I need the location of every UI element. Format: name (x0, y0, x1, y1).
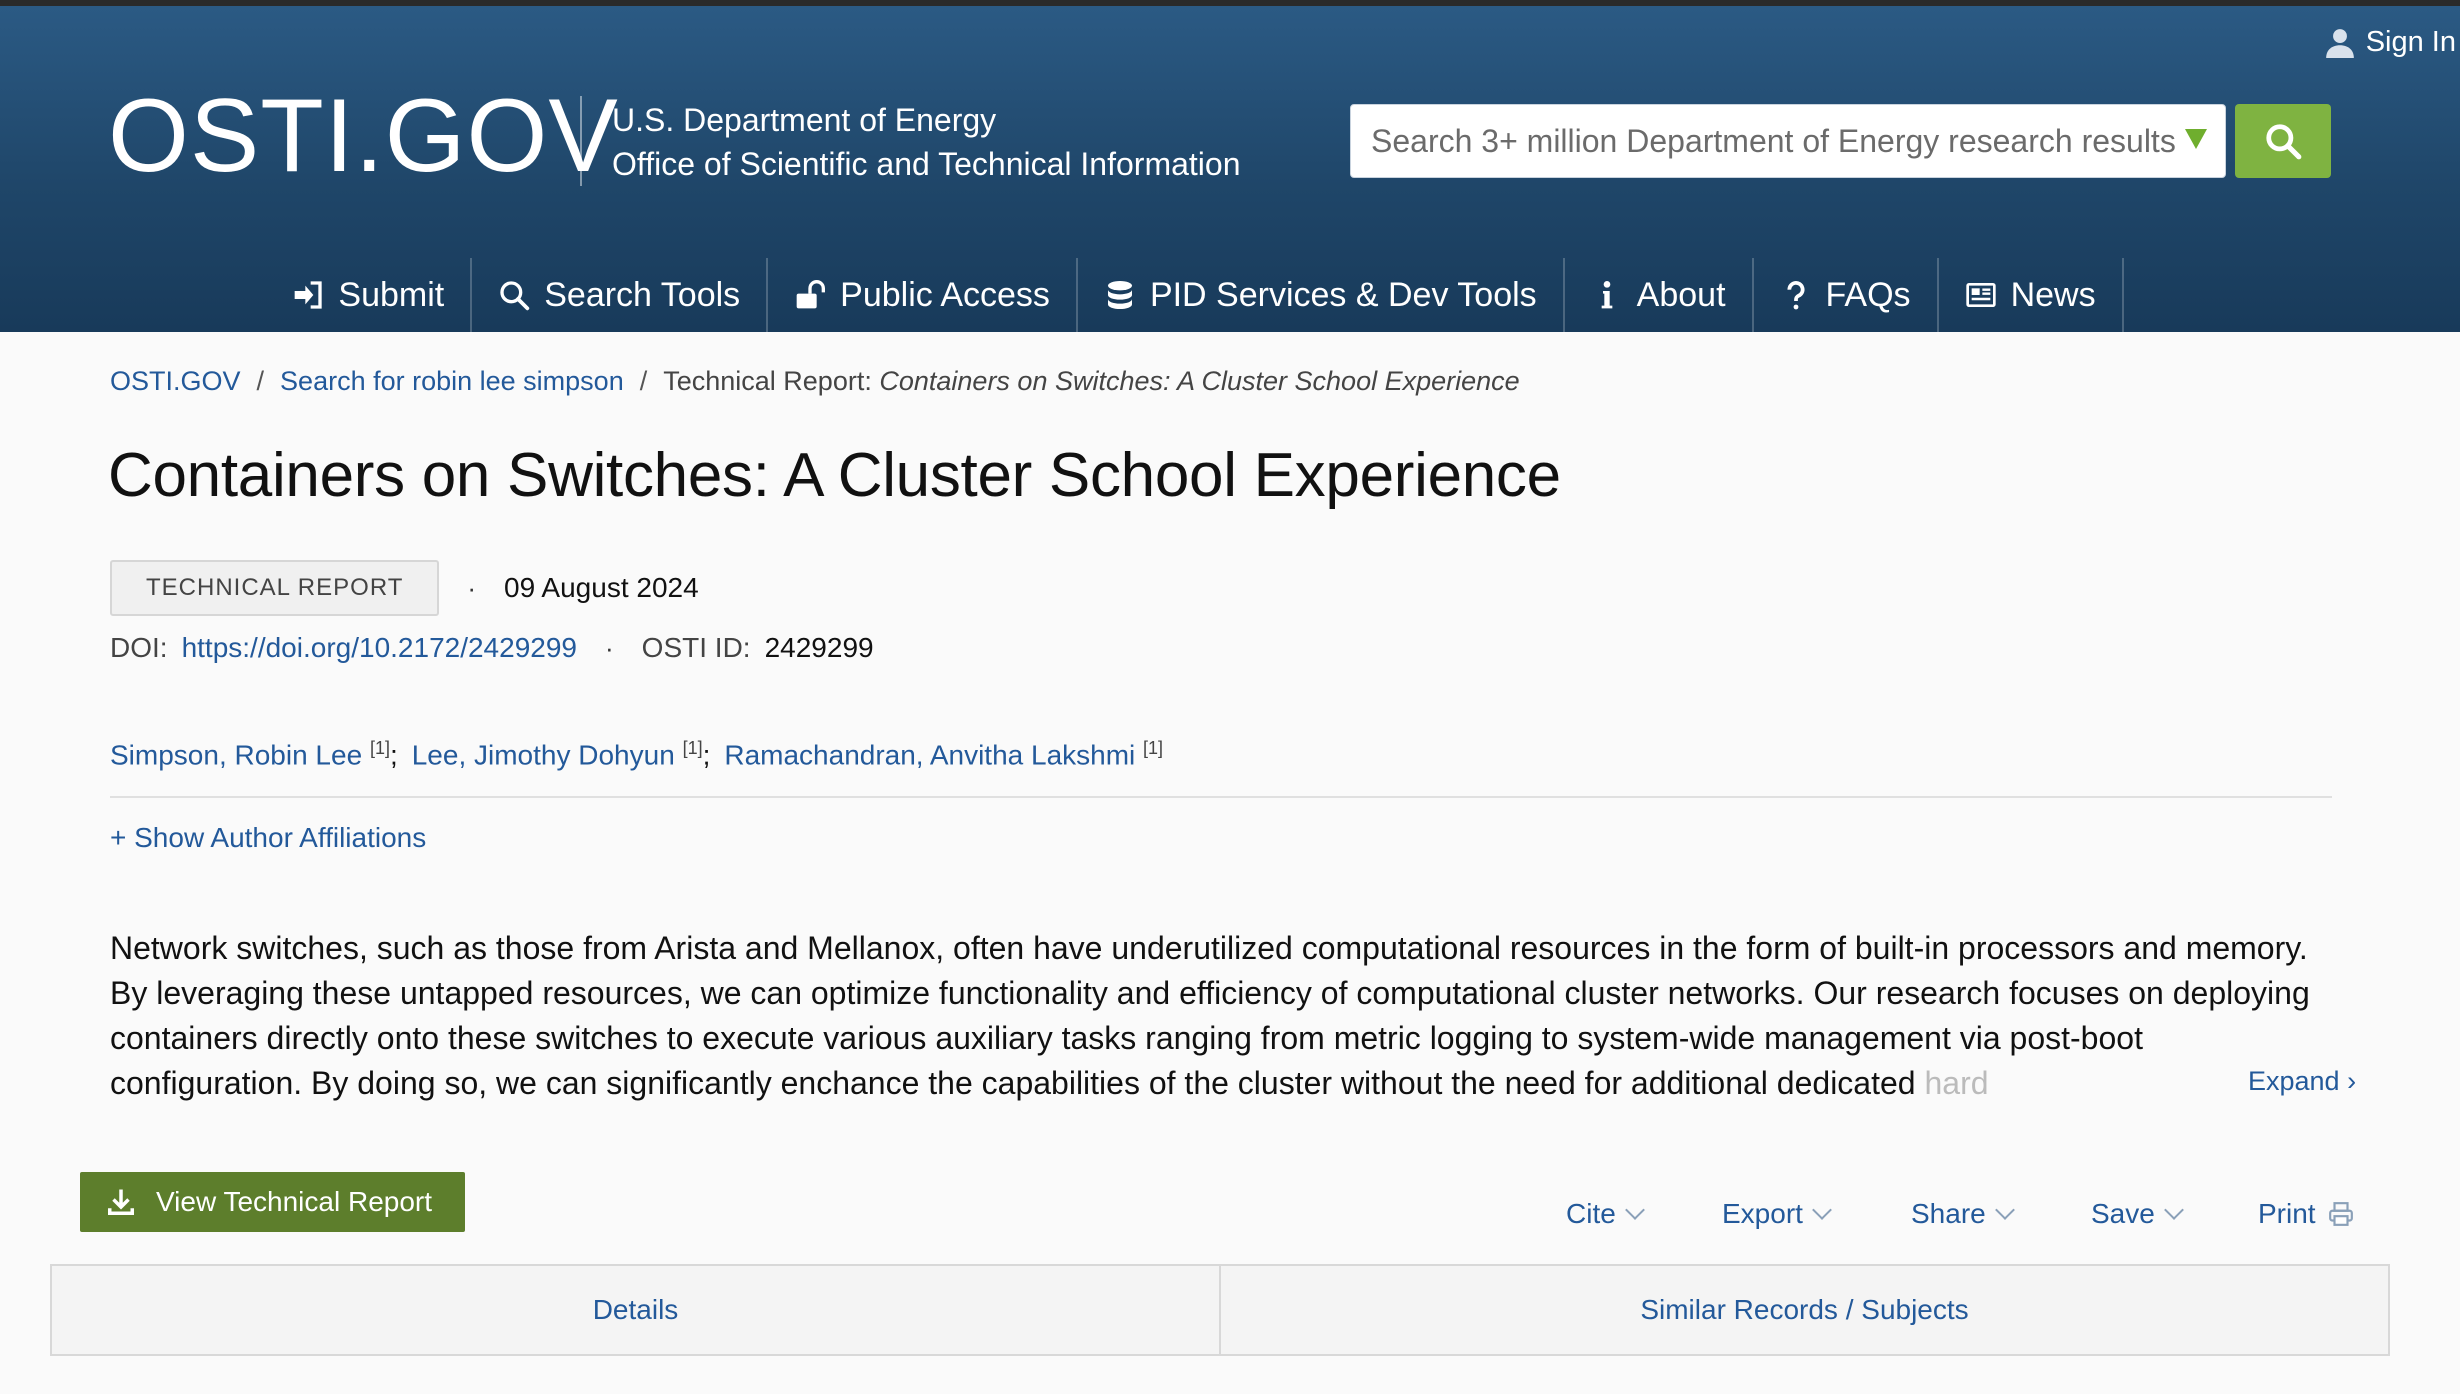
divider (110, 796, 2332, 798)
search-input[interactable] (1371, 122, 2191, 160)
nav-label: PID Services & Dev Tools (1149, 275, 1537, 314)
agency-name: U.S. Department of Energy Office of Scie… (612, 98, 1240, 186)
logo-dot: . (354, 78, 385, 194)
abstract-text: Network switches, such as those from Ari… (110, 926, 2332, 1106)
sign-in-link[interactable]: Sign In (2325, 26, 2456, 59)
meta-separator: · (605, 633, 614, 663)
save-label: Save (2091, 1198, 2155, 1229)
author-separator: ; (702, 739, 711, 771)
chevron-down-icon (1994, 1200, 2015, 1220)
breadcrumb-home[interactable]: OSTI.GOV (110, 366, 241, 397)
author-affiliation-ref: [1] (682, 738, 703, 758)
main-nav: Submit Search Tools Public Access PID Se… (0, 258, 2460, 332)
agency-line-1: U.S. Department of Energy (612, 102, 997, 138)
tab-details[interactable]: Details (52, 1266, 1219, 1354)
breadcrumb: OSTI.GOV / Search for robin lee simpson … (110, 366, 1520, 397)
doi-link[interactable]: https://doi.org/10.2172/2429299 (182, 632, 577, 664)
user-icon (2325, 28, 2354, 58)
question-icon (1786, 281, 1805, 310)
nav-label: Public Access (840, 275, 1050, 314)
logo-tld: GOV (384, 78, 619, 194)
share-dropdown[interactable]: Share (1911, 1198, 2015, 1230)
nav-label: Submit (338, 275, 445, 314)
print-button[interactable]: Print (2258, 1198, 2354, 1230)
expand-abstract-link[interactable]: Expand › (2248, 1066, 2356, 1097)
tab-similar-records[interactable]: Similar Records / Subjects (1219, 1266, 2388, 1354)
export-label: Export (1722, 1198, 1803, 1229)
record-identifiers: DOI: https://doi.org/10.2172/2429299 · O… (110, 632, 874, 664)
author-list: Simpson, Robin Lee [1]; Lee, Jimothy Doh… (110, 738, 1163, 771)
author-item: Lee, Jimothy Dohyun [1]; (412, 738, 711, 771)
record-type-badge: TECHNICAL REPORT (110, 560, 440, 616)
nav-submit[interactable]: Submit (266, 258, 473, 332)
author-item: Ramachandran, Anvitha Lakshmi [1] (724, 738, 1163, 771)
search-field[interactable] (1350, 104, 2226, 178)
breadcrumb-current: Technical Report: Containers on Switches… (663, 366, 1519, 397)
cite-label: Cite (1566, 1198, 1616, 1229)
view-report-label: View Technical Report (156, 1186, 433, 1217)
newspaper-icon (1965, 283, 1996, 307)
breadcrumb-separator: / (256, 366, 265, 396)
nav-public-access[interactable]: Public Access (768, 258, 1078, 332)
osti-logo[interactable]: OSTI.GOV (108, 84, 619, 188)
view-technical-report-button[interactable]: View Technical Report (80, 1172, 465, 1232)
record-tabs: Details Similar Records / Subjects (50, 1264, 2390, 1356)
author-link[interactable]: Ramachandran, Anvitha Lakshmi (724, 739, 1135, 770)
author-affiliation-ref: [1] (1143, 738, 1164, 758)
nav-about[interactable]: About (1565, 258, 1754, 332)
nav-label: About (1636, 275, 1726, 314)
nav-search-tools[interactable]: Search Tools (472, 258, 769, 332)
breadcrumb-current-type: Technical Report: (663, 366, 872, 396)
show-affiliations-toggle[interactable]: + Show Author Affiliations (110, 822, 426, 854)
chevron-down-icon (1624, 1200, 1645, 1220)
breadcrumb-separator: / (639, 366, 648, 396)
abstract-fade: hard (1924, 1065, 1989, 1101)
export-dropdown[interactable]: Export (1722, 1198, 1832, 1230)
info-icon (1601, 281, 1613, 309)
sign-in-icon (295, 281, 323, 309)
breadcrumb-search[interactable]: Search for robin lee simpson (280, 366, 624, 397)
author-affiliation-ref: [1] (369, 738, 390, 758)
search-icon (500, 281, 530, 311)
meta-separator: · (467, 572, 477, 603)
nav-news[interactable]: News (1939, 258, 2124, 332)
nav-label: FAQs (1825, 275, 1911, 314)
logo-main: OSTI (108, 78, 355, 194)
search-icon (2266, 124, 2302, 160)
sign-in-label: Sign In (2365, 26, 2456, 58)
agency-line-2: Office of Scientific and Technical Infor… (612, 146, 1241, 182)
chevron-down-icon (1812, 1200, 1832, 1220)
database-icon (1107, 281, 1132, 309)
print-icon (2328, 1202, 2353, 1226)
nav-pid-services[interactable]: PID Services & Dev Tools (1078, 258, 1565, 332)
nav-faqs[interactable]: FAQs (1754, 258, 1939, 332)
author-item: Simpson, Robin Lee [1]; (110, 738, 398, 771)
cite-dropdown[interactable]: Cite (1566, 1198, 1645, 1230)
chevron-down-icon (2163, 1200, 2184, 1220)
doi-label: DOI: (110, 632, 168, 663)
print-label: Print (2258, 1198, 2316, 1229)
author-link[interactable]: Simpson, Robin Lee (110, 739, 362, 770)
author-separator: ; (389, 739, 398, 771)
share-label: Share (1911, 1198, 1986, 1229)
nav-label: News (2010, 275, 2096, 314)
breadcrumb-current-title: Containers on Switches: A Cluster School… (879, 366, 1520, 396)
search-button[interactable] (2235, 104, 2331, 178)
osti-id-value: 2429299 (764, 632, 874, 663)
save-dropdown[interactable]: Save (2091, 1198, 2184, 1230)
logo-divider (580, 96, 582, 186)
unlock-icon (796, 280, 826, 309)
record-meta: TECHNICAL REPORT · 09 August 2024 (110, 560, 699, 616)
site-header: Sign In OSTI.GOV U.S. Department of Ener… (0, 0, 2460, 332)
nav-label: Search Tools (544, 275, 741, 314)
osti-id-label: OSTI ID: (641, 632, 751, 663)
page-title: Containers on Switches: A Cluster School… (108, 441, 1561, 510)
author-link[interactable]: Lee, Jimothy Dohyun (412, 739, 675, 770)
download-icon (108, 1189, 134, 1215)
search-options-caret-icon[interactable] (2185, 129, 2207, 149)
publication-date: 09 August 2024 (504, 572, 699, 603)
